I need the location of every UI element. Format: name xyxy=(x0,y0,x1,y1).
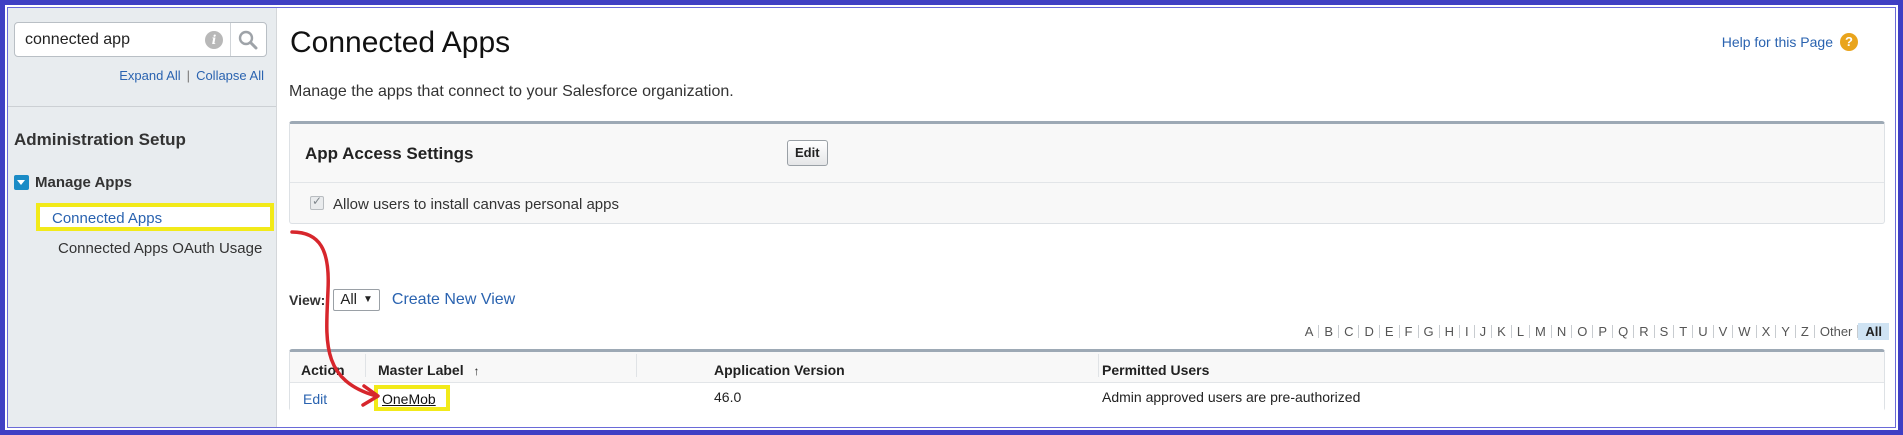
quick-find-input[interactable] xyxy=(25,29,195,51)
quick-find-box: i xyxy=(14,22,267,57)
collapse-all-link[interactable]: Collapse All xyxy=(196,68,264,83)
alphabet-filter-q[interactable]: Q xyxy=(1613,325,1635,338)
row-edit-link[interactable]: Edit xyxy=(303,391,327,407)
column-header-permitted-users: Permitted Users xyxy=(1102,362,1210,378)
sidebar-divider xyxy=(8,106,276,107)
alphabet-filter-t[interactable]: T xyxy=(1674,325,1694,338)
alphabet-filter-g[interactable]: G xyxy=(1419,325,1440,338)
permitted-users-cell: Admin approved users are pre-authorized xyxy=(1102,389,1361,405)
alphabet-filter-y[interactable]: Y xyxy=(1776,325,1796,338)
view-label: View: xyxy=(289,292,326,308)
alphabet-filter-b[interactable]: B xyxy=(1319,325,1340,338)
panel-divider xyxy=(290,182,1884,183)
alphabet-filter-l[interactable]: L xyxy=(1512,325,1531,338)
list-view-bar: View: All ▼ Create New View xyxy=(289,289,515,311)
alphabet-filter-w[interactable]: W xyxy=(1733,325,1757,338)
dropdown-arrow-icon: ▼ xyxy=(362,294,373,305)
alphabet-filter-h[interactable]: H xyxy=(1440,325,1461,338)
column-header-master-label[interactable]: Master Label ↑ xyxy=(378,362,479,378)
help-link-label[interactable]: Help for this Page xyxy=(1722,34,1833,50)
sidebar-item-label: Connected Apps xyxy=(52,210,163,227)
connected-apps-table: Action Master Label ↑ Application Versio… xyxy=(289,349,1885,413)
links-separator: | xyxy=(186,68,191,83)
canvas-apps-checkbox xyxy=(310,194,324,210)
alphabet-filter-e[interactable]: E xyxy=(1380,325,1400,338)
alphabet-filter-s[interactable]: S xyxy=(1655,325,1675,338)
column-separator xyxy=(1098,354,1099,377)
column-header-application-version: Application Version xyxy=(714,362,845,378)
sidebar-item-connected-apps-oauth-usage[interactable]: Connected Apps OAuth Usage xyxy=(58,240,262,257)
alphabet-filter-u[interactable]: U xyxy=(1693,325,1714,338)
master-label-cell: OneMob xyxy=(374,385,450,411)
alphabet-filter-k[interactable]: K xyxy=(1492,325,1512,338)
manage-apps-group[interactable]: Manage Apps xyxy=(14,174,132,191)
alphabet-filter-all[interactable]: All xyxy=(1858,323,1889,340)
alphabet-filter-m[interactable]: M xyxy=(1530,325,1552,338)
alphabet-filter-x[interactable]: X xyxy=(1757,325,1777,338)
edit-access-settings-button[interactable]: Edit xyxy=(787,140,828,166)
help-link[interactable]: Help for this Page ? xyxy=(1722,33,1858,51)
application-version-cell: 46.0 xyxy=(714,389,742,405)
search-icon[interactable] xyxy=(237,29,259,51)
alphabet-filter-r[interactable]: R xyxy=(1634,325,1655,338)
view-select-value: All xyxy=(340,291,357,308)
table-row: Edit OneMob 46.0 Admin approved users ar… xyxy=(290,382,1884,413)
view-select[interactable]: All ▼ xyxy=(333,289,380,311)
alphabet-filter-n[interactable]: N xyxy=(1552,325,1573,338)
master-label-header-text: Master Label xyxy=(378,362,464,378)
help-icon[interactable]: ? xyxy=(1840,33,1858,51)
create-new-view-link[interactable]: Create New View xyxy=(392,291,515,309)
collapse-toggle-icon[interactable] xyxy=(14,175,29,190)
app-name-link[interactable]: OneMob xyxy=(382,391,436,407)
column-separator xyxy=(365,354,366,377)
alphabet-filter-other[interactable]: Other xyxy=(1815,325,1859,338)
alphabet-filter-v[interactable]: V xyxy=(1714,325,1734,338)
alphabet-filter-p[interactable]: P xyxy=(1593,325,1614,338)
column-header-action: Action xyxy=(301,362,345,378)
alphabet-filter-j[interactable]: J xyxy=(1475,325,1493,338)
setup-sidebar: i Expand All | Collapse All Administration… xyxy=(8,8,277,427)
administration-setup-heading: Administration Setup xyxy=(14,130,186,149)
alphabet-filter-f[interactable]: F xyxy=(1400,325,1419,338)
info-icon[interactable]: i xyxy=(205,31,223,49)
alphabet-filter-a[interactable]: A xyxy=(1300,325,1320,338)
canvas-apps-label: Allow users to install canvas personal a… xyxy=(333,196,619,213)
column-separator xyxy=(636,354,637,377)
alphabet-filter-c[interactable]: C xyxy=(1339,325,1360,338)
alphabet-filter-o[interactable]: O xyxy=(1572,325,1594,338)
expand-collapse-links: Expand All | Collapse All xyxy=(119,68,264,83)
manage-apps-label: Manage Apps xyxy=(35,174,132,191)
alphabet-filter-d[interactable]: D xyxy=(1359,325,1380,338)
expand-all-link[interactable]: Expand All xyxy=(119,68,180,83)
sort-ascending-icon: ↑ xyxy=(473,364,480,378)
search-divider xyxy=(230,23,231,56)
app-access-settings-panel: App Access Settings Edit Allow users to … xyxy=(289,121,1885,224)
alphabet-filter: A B C D E F G H I J K L M N O P Q R S T U V W X Y Z Other All xyxy=(1300,323,1889,340)
page-title: Connected Apps xyxy=(290,26,511,59)
alphabet-filter-i[interactable]: I xyxy=(1460,325,1475,338)
alphabet-filter-z[interactable]: Z xyxy=(1796,325,1815,338)
app-access-settings-title: App Access Settings xyxy=(305,144,474,163)
page-description: Manage the apps that connect to your Sal… xyxy=(289,83,734,100)
sidebar-item-connected-apps[interactable]: Connected Apps xyxy=(36,203,274,231)
